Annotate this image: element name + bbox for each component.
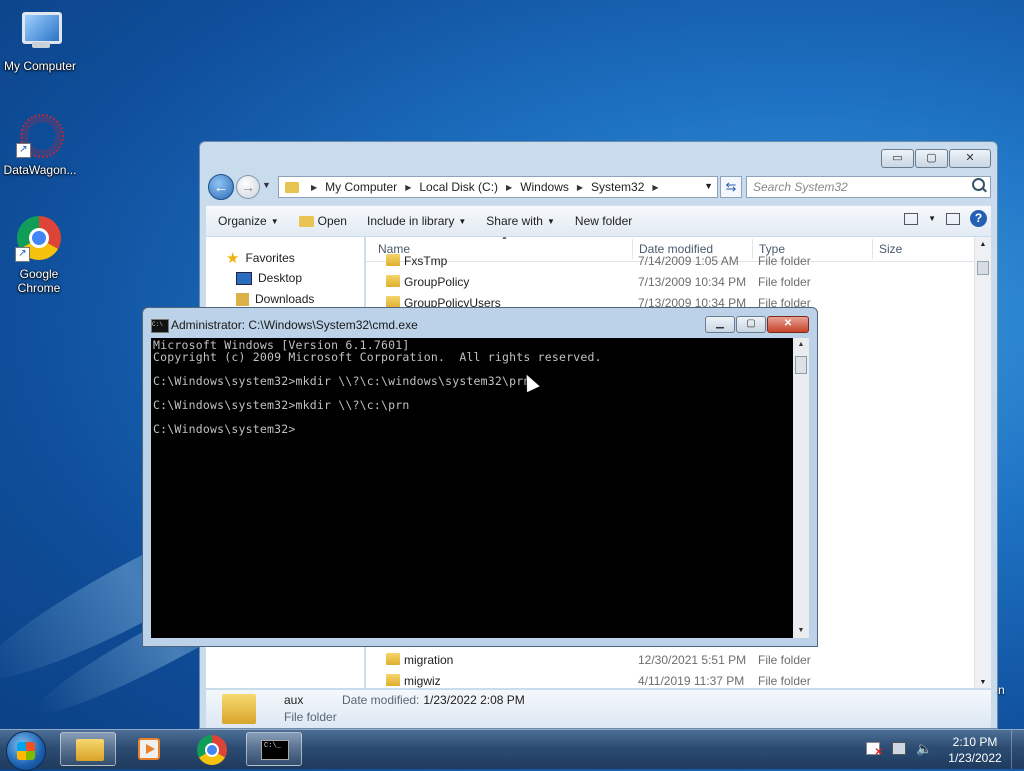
star-icon: ★ xyxy=(226,250,240,267)
computer-icon xyxy=(22,12,62,44)
breadcrumb-windows[interactable]: Windows ▶ xyxy=(520,180,591,194)
close-button[interactable]: ✕ xyxy=(949,149,991,168)
console-scrollbar[interactable]: ▲ ▼ xyxy=(793,338,809,638)
folder-icon xyxy=(285,181,299,193)
console-line: Copyright (c) 2009 Microsoft Corporation… xyxy=(153,350,602,364)
folder-icon xyxy=(386,674,400,686)
breadcrumb-system32[interactable]: System32 ▶ xyxy=(591,180,667,194)
taskbar-explorer[interactable] xyxy=(60,732,116,766)
refresh-button[interactable]: ⇆ xyxy=(720,176,742,198)
file-list-scrollbar[interactable]: ▲ ▼ xyxy=(974,237,991,688)
desktop-icon xyxy=(236,271,252,285)
close-button[interactable]: ✕ xyxy=(767,316,809,333)
scroll-up-arrow-icon[interactable]: ▲ xyxy=(793,338,809,352)
selected-item-name: aux xyxy=(284,693,304,707)
sort-arrow-icon: ▲ xyxy=(501,237,508,241)
taskbar-chrome[interactable] xyxy=(184,732,240,766)
desktop-icon-datawagon[interactable]: ↗ DataWagon... xyxy=(0,112,80,177)
maximize-button[interactable]: ▢ xyxy=(915,149,948,168)
console-line: C:\Windows\system32> xyxy=(153,422,296,436)
selected-item-type: File folder xyxy=(284,710,337,724)
chrome-icon xyxy=(197,735,227,765)
taskbar: C:\_ 🔈 2:10 PM 1/23/2022 xyxy=(0,729,1024,771)
cmd-icon[interactable]: C:\ xyxy=(151,319,169,333)
nav-desktop[interactable]: Desktop xyxy=(236,271,302,285)
share-with-button[interactable]: Share with ▼ xyxy=(476,214,565,228)
help-icon[interactable]: ? xyxy=(970,210,987,227)
recent-pages-dropdown[interactable]: ▼ xyxy=(262,180,271,190)
volume-icon[interactable]: 🔈 xyxy=(916,742,932,755)
scrollbar-thumb[interactable] xyxy=(977,261,989,275)
command-bar: Organize ▼ Open Include in library ▼ Share… xyxy=(206,205,991,236)
desktop-icon-label: My Computer xyxy=(3,59,77,73)
breadcrumb-my-computer[interactable]: My Computer ▶ xyxy=(325,180,419,194)
desktop-icon-label: Google Chrome xyxy=(17,267,61,295)
selected-item-modified: Date modified: 1/23/2022 2:08 PM xyxy=(342,693,525,707)
folder-icon xyxy=(386,275,400,287)
folder-open-icon xyxy=(298,215,314,227)
preview-pane-icon[interactable] xyxy=(946,212,960,225)
scroll-down-arrow-icon[interactable]: ▼ xyxy=(793,624,809,638)
desktop-edge-text: n xyxy=(998,683,1005,697)
new-folder-button[interactable]: New folder xyxy=(565,214,642,228)
nav-favorites[interactable]: ★ Favorites xyxy=(226,249,295,267)
file-row[interactable]: migwiz 4/11/2019 11:37 PM File folder xyxy=(366,671,975,688)
organize-button[interactable]: Organize ▼ xyxy=(206,214,289,228)
desktop-icon-label: DataWagon... xyxy=(3,163,77,177)
file-row[interactable]: GroupPolicy 7/13/2009 10:34 PM File folder xyxy=(366,272,975,292)
clock-time: 2:10 PM xyxy=(952,735,998,749)
folder-icon xyxy=(386,653,400,665)
address-bar[interactable]: ▶ My Computer ▶ Local Disk (C:) ▶ Windows ▶… xyxy=(278,176,718,198)
console-output[interactable]: Microsoft Windows [Version 6.1.7601] Cop… xyxy=(151,338,793,638)
action-center-flag-icon[interactable] xyxy=(866,742,883,758)
search-icon[interactable] xyxy=(972,178,985,191)
file-row[interactable]: FxsTmp 7/14/2009 1:05 AM File folder xyxy=(366,251,975,271)
system-clock[interactable]: 2:10 PM 1/23/2022 xyxy=(942,734,1008,766)
include-in-library-button[interactable]: Include in library ▼ xyxy=(357,214,476,228)
maximize-button[interactable]: ▢ xyxy=(736,316,766,333)
downloads-icon xyxy=(236,292,249,306)
minimize-button[interactable]: ▭ xyxy=(881,149,914,168)
chevron-down-icon[interactable]: ▼ xyxy=(704,181,713,191)
desktop-icon-google-chrome[interactable]: ↗ Google Chrome xyxy=(0,216,78,295)
console-line: C:\Windows\system32>mkdir \\?\c:\windows… xyxy=(153,374,531,388)
shortcut-arrow-icon: ↗ xyxy=(16,143,31,158)
details-pane: aux File folder Date modified: 1/23/2022 … xyxy=(206,690,991,728)
network-icon[interactable] xyxy=(892,742,906,755)
back-button[interactable]: ← xyxy=(208,174,234,200)
folder-icon xyxy=(222,694,256,724)
explorer-icon xyxy=(76,739,104,761)
cmd-icon: C:\_ xyxy=(261,740,289,760)
media-player-icon xyxy=(138,738,160,760)
chevron-down-icon[interactable]: ▼ xyxy=(928,214,936,223)
console-line: C:\Windows\system32>mkdir \\?\c:\prn xyxy=(153,398,410,412)
taskbar-media-player[interactable] xyxy=(120,732,176,766)
desktop-icon-my-computer[interactable]: My Computer xyxy=(0,8,80,73)
open-button[interactable]: Open xyxy=(289,214,357,228)
taskbar-cmd[interactable]: C:\_ xyxy=(246,732,302,766)
view-options-icon[interactable] xyxy=(904,212,919,225)
cmd-window: C:\ Administrator: C:\Windows\System32\c… xyxy=(142,307,818,647)
file-row[interactable]: migration 12/30/2021 5:51 PM File folder xyxy=(366,650,975,670)
start-button[interactable] xyxy=(6,731,46,771)
show-desktop-button[interactable] xyxy=(1011,730,1024,769)
breadcrumb-local-disk[interactable]: Local Disk (C:) ▶ xyxy=(419,180,520,194)
forward-button[interactable]: → xyxy=(236,175,260,199)
clock-date: 1/23/2022 xyxy=(948,751,1002,765)
window-title: Administrator: C:\Windows\System32\cmd.e… xyxy=(171,318,418,332)
search-input[interactable] xyxy=(746,176,991,198)
shortcut-arrow-icon: ↗ xyxy=(15,247,30,262)
scrollbar-thumb[interactable] xyxy=(795,356,807,374)
folder-icon xyxy=(386,254,400,266)
minimize-button[interactable]: ▁ xyxy=(705,316,735,333)
nav-downloads[interactable]: Downloads xyxy=(236,292,314,306)
